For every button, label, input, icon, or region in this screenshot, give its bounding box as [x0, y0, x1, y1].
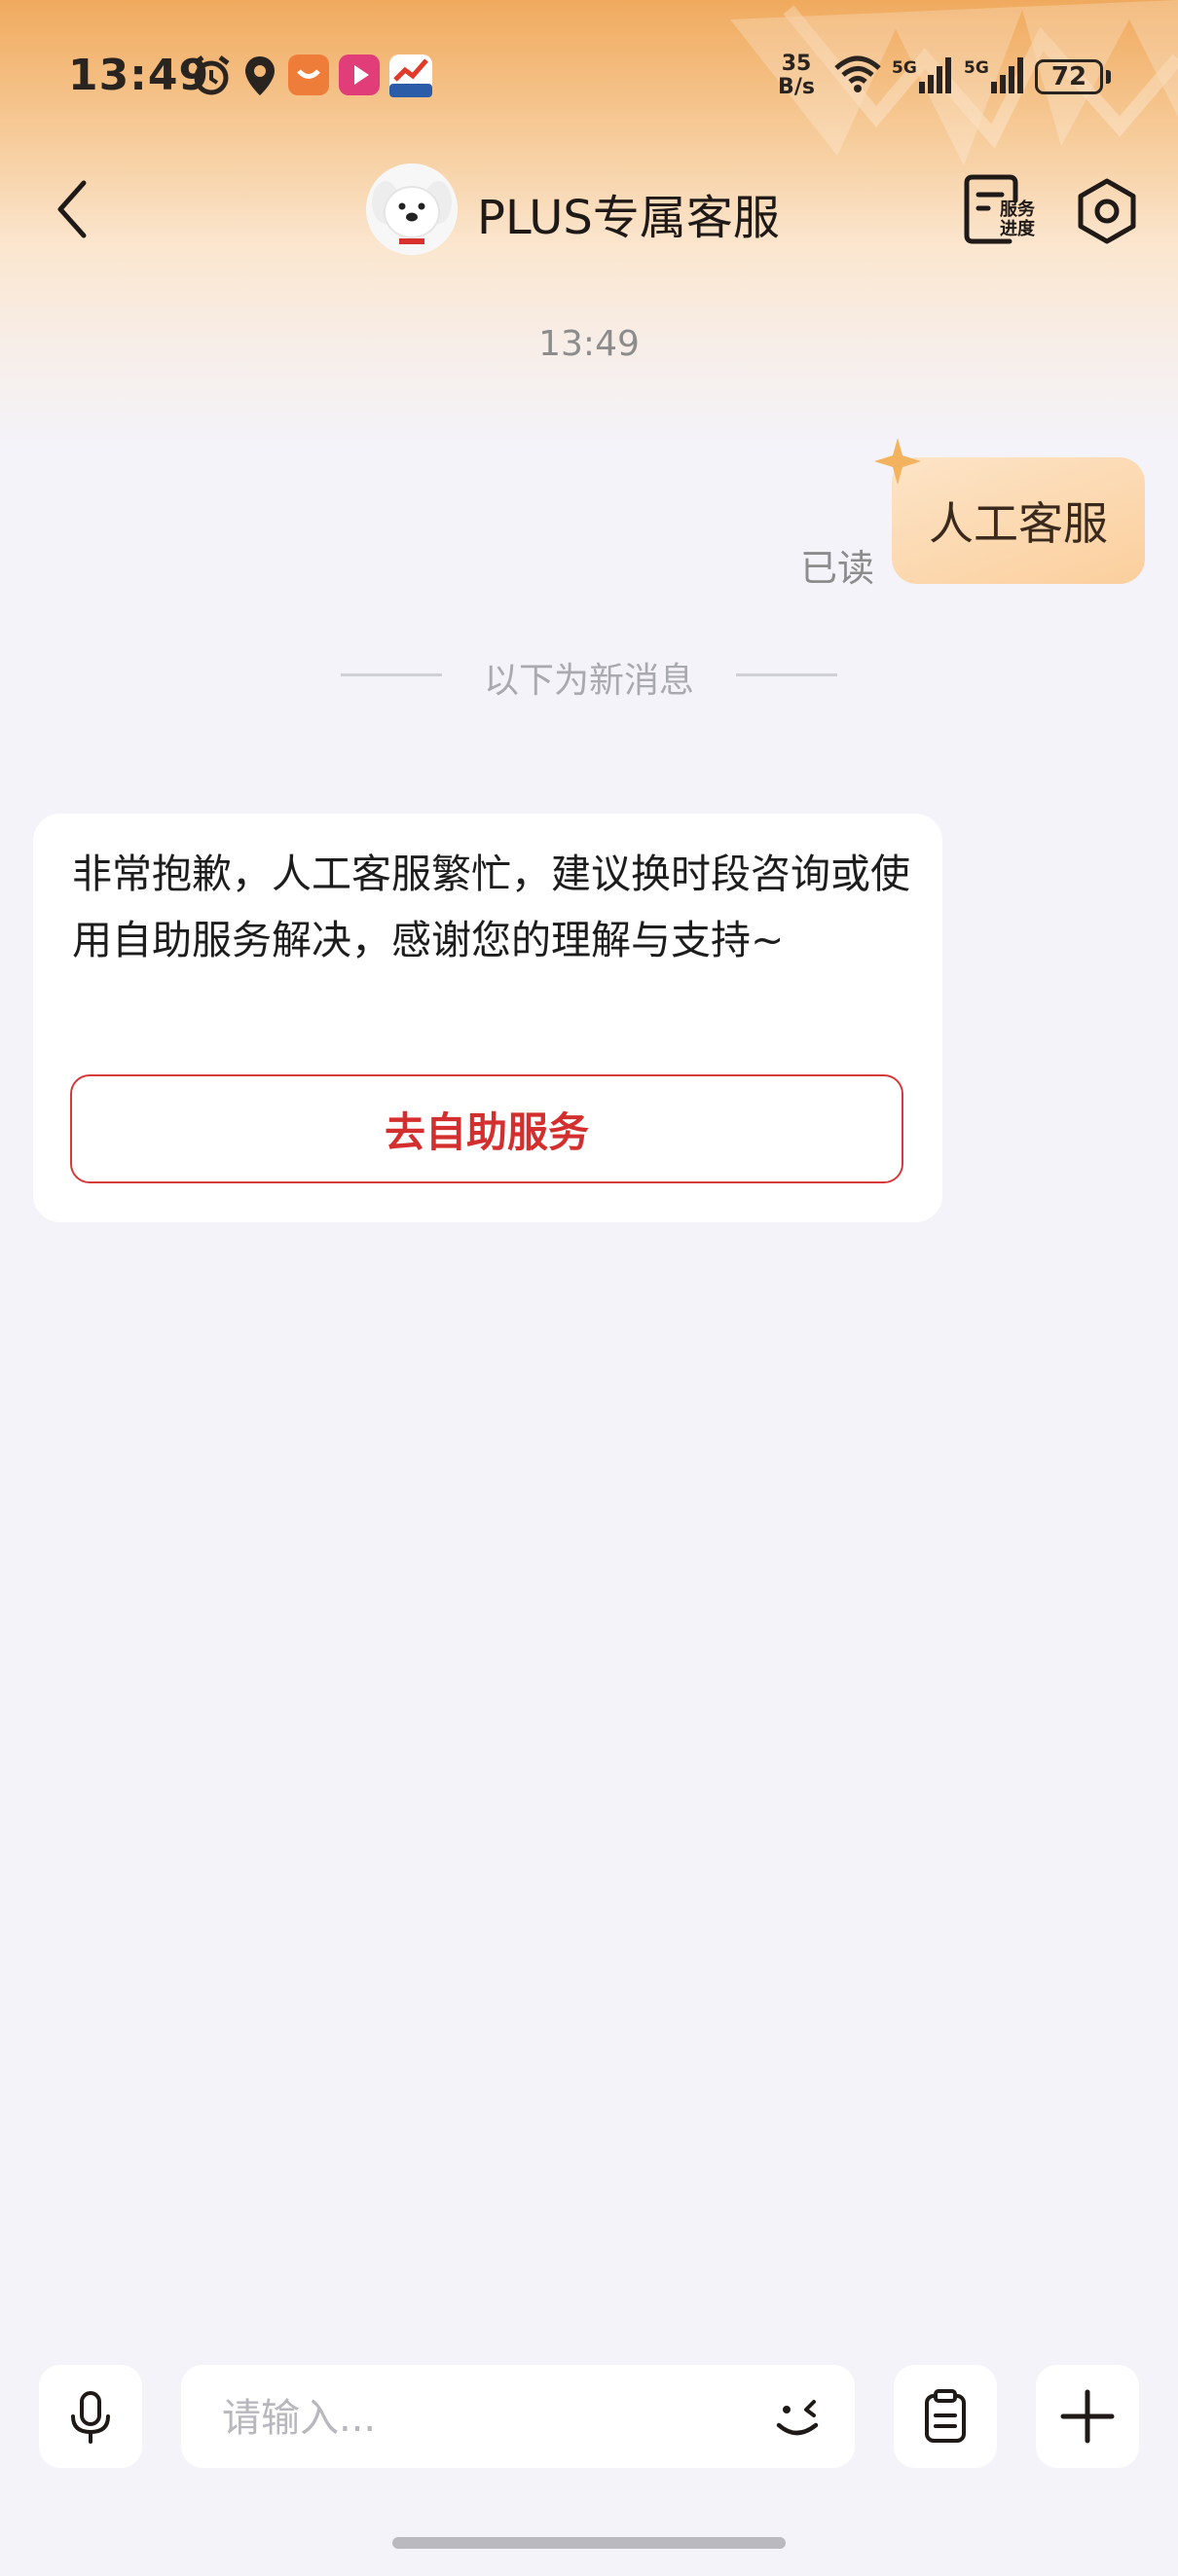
network-speed-unit: B/s: [778, 75, 815, 99]
status-time: 13:49: [68, 51, 210, 100]
incoming-message-text: 非常抱歉，人工客服繁忙，建议换时段咨询或使用自助服务解决，感谢您的理解与支持~: [72, 851, 910, 963]
chevron-left-icon: [57, 180, 87, 238]
battery-cap: [1106, 70, 1111, 84]
battery-indicator: 72: [1035, 59, 1103, 94]
wifi-icon: [834, 55, 881, 92]
add-more-button[interactable]: [1036, 2365, 1139, 2468]
new-messages-divider: 以下为新消息: [341, 650, 837, 701]
shopping-app-icon: [288, 54, 329, 95]
home-indicator[interactable]: [392, 2537, 786, 2549]
network-speed-value: 35: [781, 52, 812, 76]
video-app-icon: [339, 54, 380, 95]
stock-app-icon: [389, 54, 432, 97]
microphone-icon: [71, 2391, 110, 2444]
hexagon-settings-icon: [1078, 178, 1136, 244]
outgoing-message-bubble[interactable]: 人工客服: [892, 457, 1145, 584]
emoji-wink-icon[interactable]: [767, 2386, 829, 2449]
alarm-icon: [193, 55, 230, 95]
message-input[interactable]: [220, 2388, 730, 2449]
network-speed: 35 B/s: [771, 53, 822, 99]
input-bar: [0, 2345, 1178, 2491]
page-title: PLUS专属客服: [477, 191, 780, 245]
progress-label-line1: 服务: [1000, 200, 1035, 220]
status-bar: 13:49 35 B/s 5G 5G 72: [0, 0, 1178, 156]
clipboard-button[interactable]: [894, 2365, 997, 2468]
dog-mascot-icon: [366, 163, 458, 255]
star-decoration-icon: [874, 438, 921, 485]
read-status: 已读: [800, 547, 875, 590]
message-input-box: [181, 2365, 855, 2468]
signal-icon-2: [991, 57, 1023, 93]
avatar: [366, 163, 458, 255]
self-service-button[interactable]: 去自助服务: [70, 1074, 903, 1183]
settings-button[interactable]: [1071, 175, 1143, 247]
signal-icon: [919, 57, 951, 93]
voice-input-button[interactable]: [39, 2365, 142, 2468]
back-button[interactable]: [49, 175, 97, 243]
location-icon: [245, 56, 275, 95]
progress-label-line2: 进度: [1000, 219, 1035, 239]
incoming-message-card: 非常抱歉，人工客服繁忙，建议换时段咨询或使用自助服务解决，感谢您的理解与支持~ …: [33, 814, 942, 1222]
service-progress-label: 服务 进度: [995, 200, 1040, 239]
clipboard-icon: [925, 2389, 966, 2443]
plus-icon: [1060, 2389, 1115, 2444]
message-timestamp: 13:49: [538, 324, 640, 364]
divider-line-right: [736, 673, 837, 676]
new-messages-label: 以下为新消息: [483, 661, 694, 701]
